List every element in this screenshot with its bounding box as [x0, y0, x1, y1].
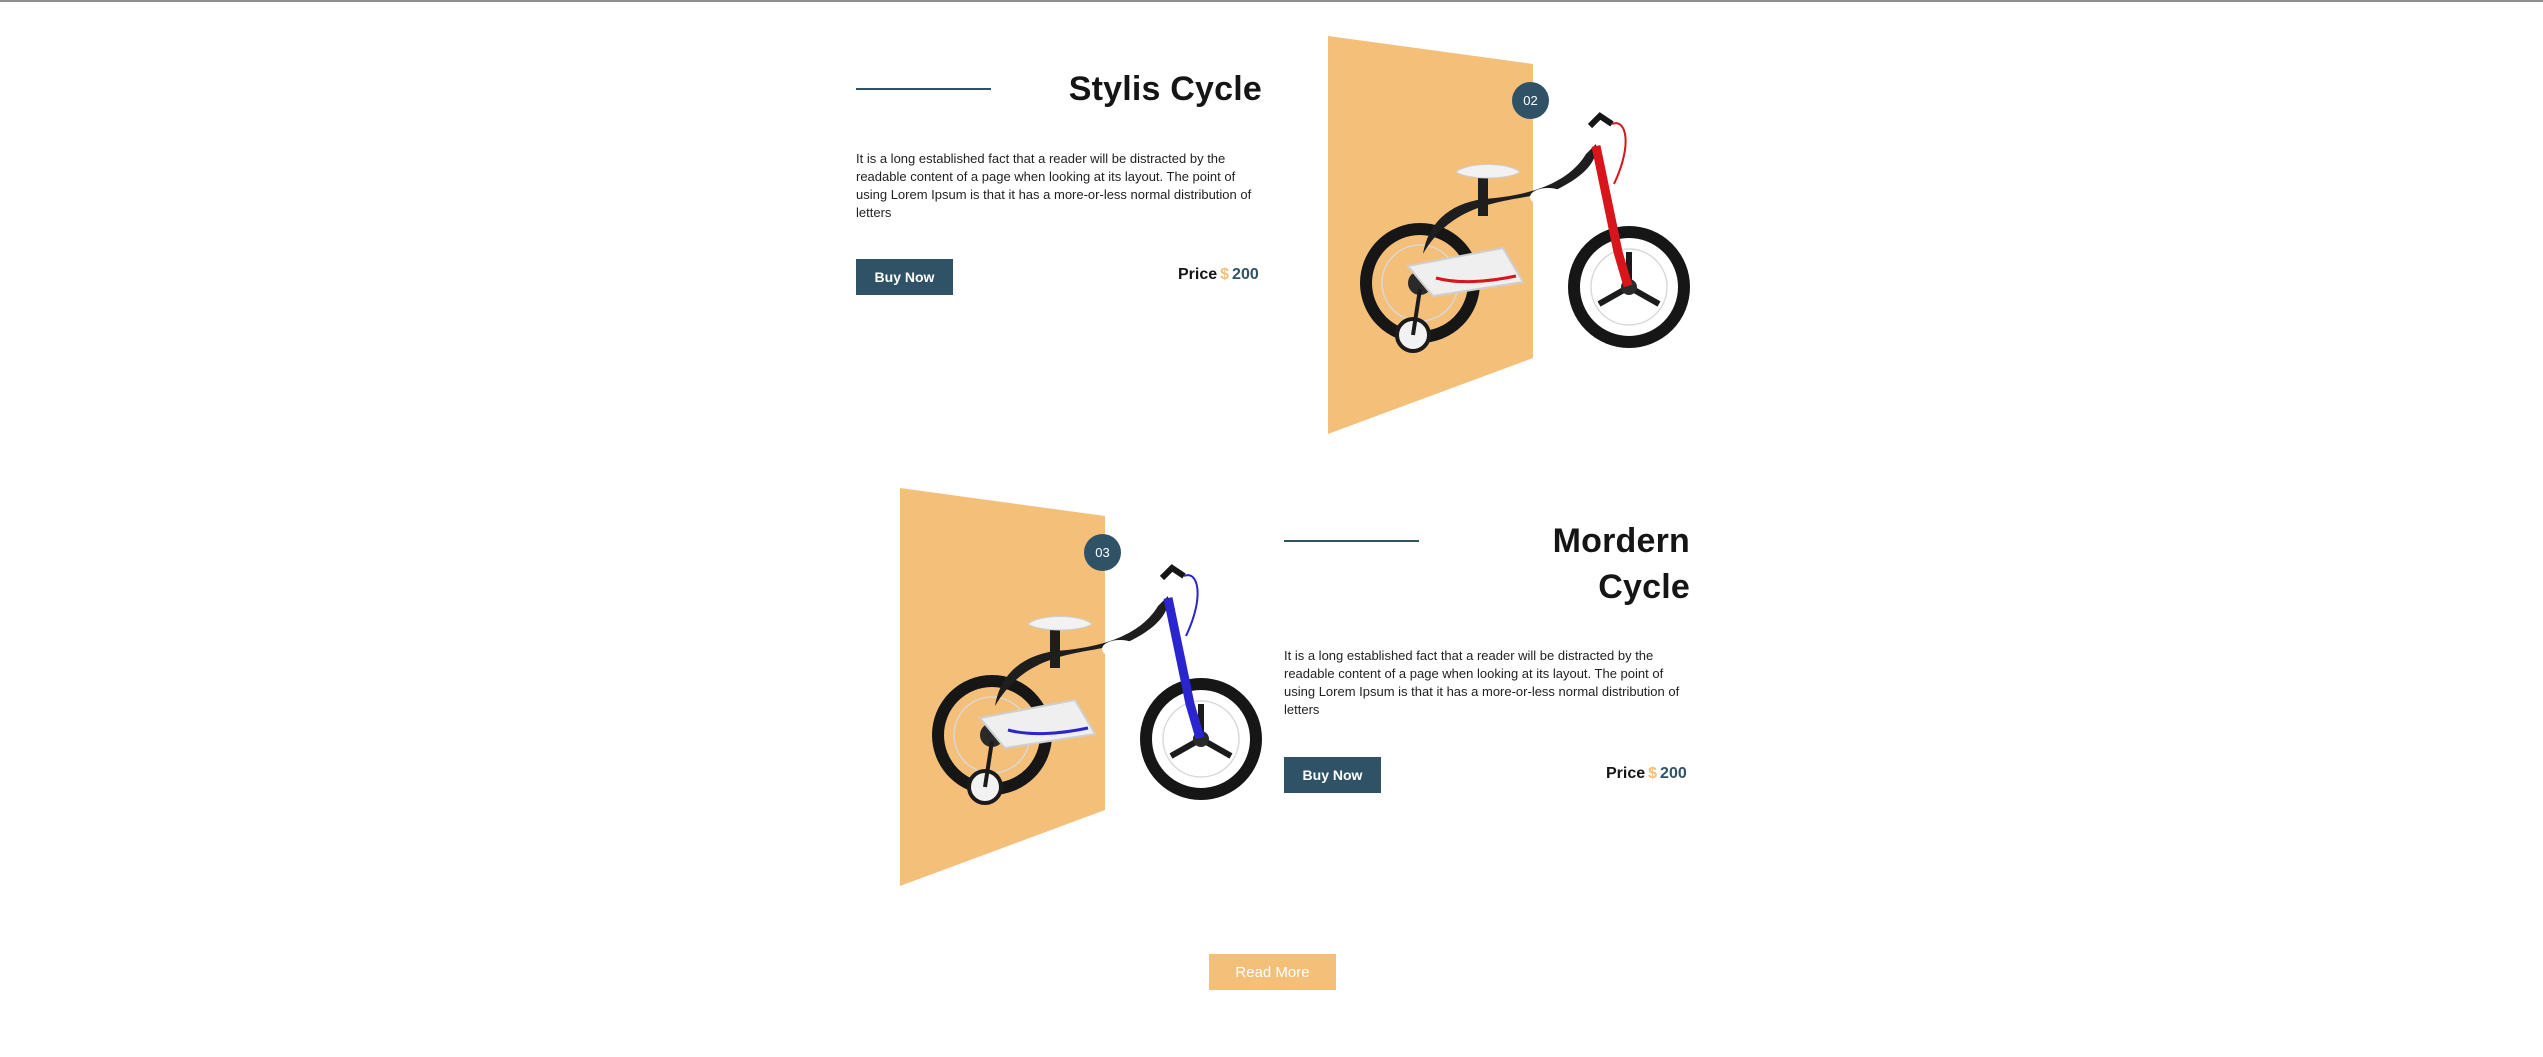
buy-now-button[interactable]: Buy Now — [1284, 757, 1381, 793]
product-title-line: Cycle — [1598, 568, 1690, 606]
currency-symbol: $ — [1648, 765, 1658, 782]
product-card-03: 03 Mordern Cycle It is a long establishe… — [0, 450, 2543, 900]
title-accent-line — [856, 88, 991, 90]
price-value: 200 — [1660, 765, 1687, 782]
price-display: Price $200 — [1178, 266, 1259, 284]
product-image: 03 — [900, 486, 1280, 886]
price-label: Price — [1606, 765, 1646, 782]
product-description: It is a long established fact that a rea… — [1284, 648, 1680, 717]
product-description: It is a long established fact that a rea… — [856, 151, 1252, 220]
price-label: Price — [1178, 266, 1218, 283]
read-more-button[interactable]: Read More — [1209, 954, 1336, 990]
price-value: 200 — [1232, 266, 1259, 283]
product-title-line: Stylis Cycle — [1068, 70, 1262, 108]
buy-now-button[interactable]: Buy Now — [856, 259, 953, 295]
product-number-badge: 02 — [1512, 82, 1549, 119]
currency-symbol: $ — [1220, 266, 1230, 283]
product-number-badge: 03 — [1084, 534, 1121, 571]
product-image: 02 — [1328, 34, 1708, 434]
product-title: Mordern Cycle — [1430, 518, 1690, 610]
product-title: Stylis Cycle — [1000, 66, 1262, 112]
product-title-line: Mordern — [1552, 522, 1690, 560]
product-card-02: Stylis Cycle It is a long established fa… — [0, 0, 2543, 450]
title-accent-line — [1284, 540, 1419, 542]
price-display: Price $200 — [1606, 765, 1687, 783]
